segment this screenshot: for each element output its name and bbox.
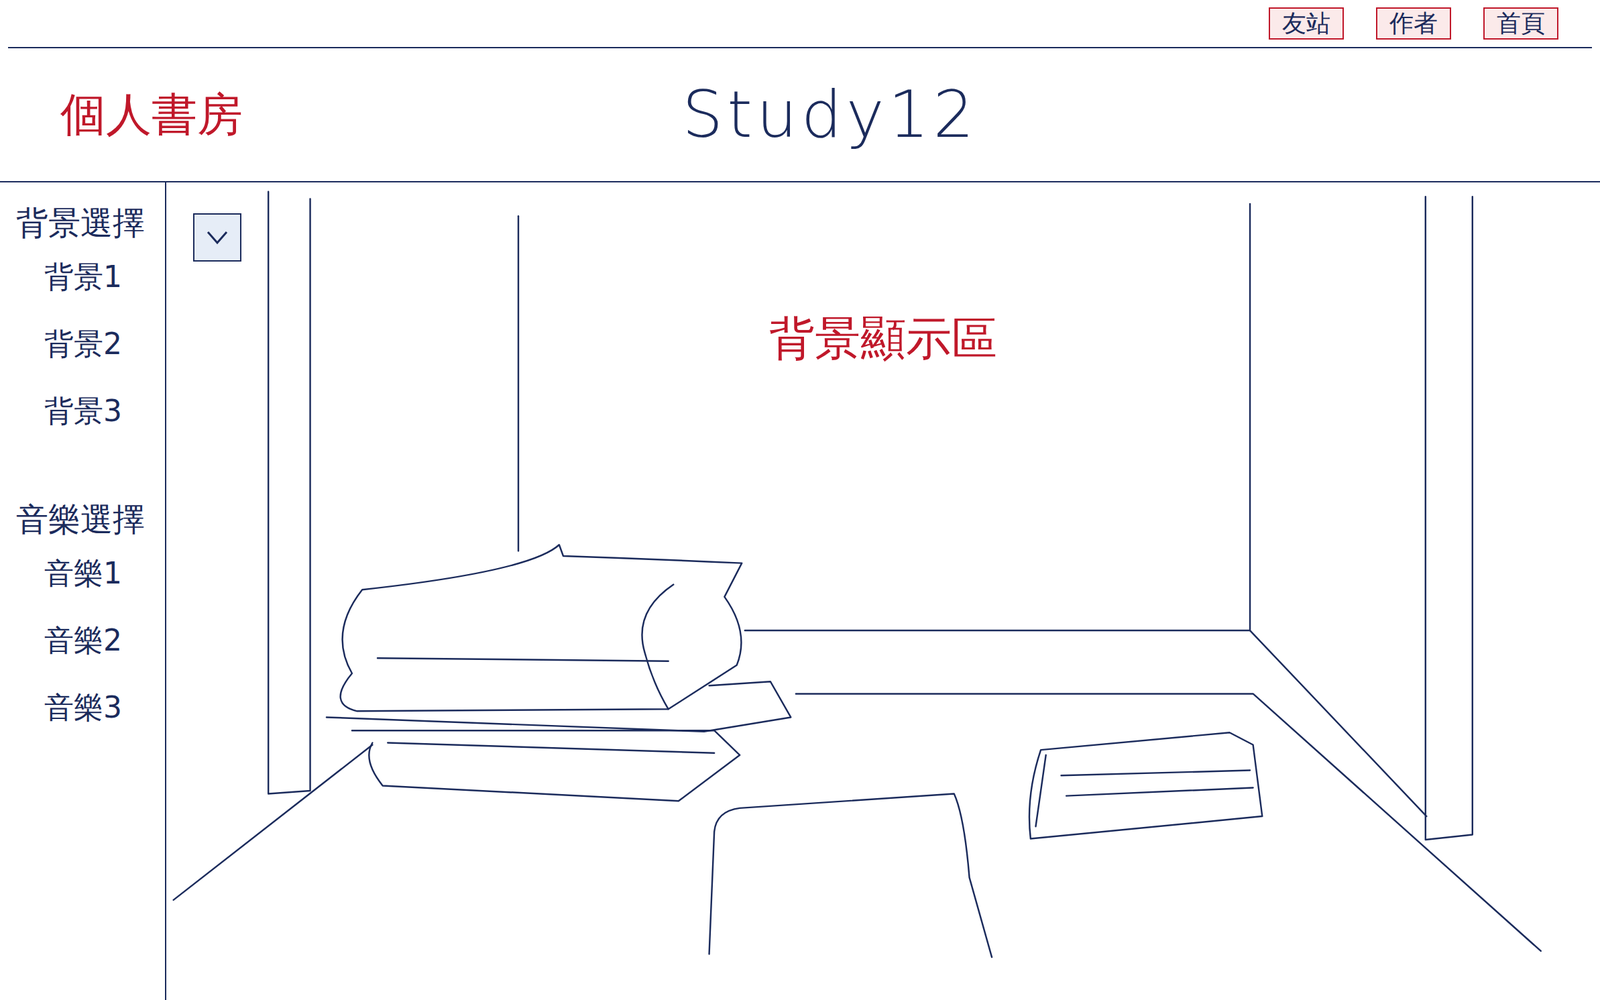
sidebar-item[interactable]: 背景3 <box>16 391 165 459</box>
sidebar-item[interactable]: 音樂3 <box>16 688 165 756</box>
sidebar-item[interactable]: 背景2 <box>16 324 165 392</box>
sidebar-item[interactable]: 背景1 <box>16 257 165 325</box>
nav-button[interactable]: 友站 <box>1268 7 1344 40</box>
chair <box>709 793 993 957</box>
top-nav: 友站作者首頁 <box>8 0 1592 49</box>
nav-button[interactable]: 作者 <box>1376 7 1452 40</box>
sidebar-item[interactable]: 音樂1 <box>16 553 165 621</box>
nav-button[interactable]: 首頁 <box>1483 7 1559 40</box>
dropdown-toggle[interactable] <box>193 213 242 262</box>
section-title: 音樂選擇 <box>16 498 165 554</box>
books <box>326 544 791 801</box>
section-title: 背景選擇 <box>16 202 165 258</box>
sidebar: 背景選擇背景1背景2背景3 音樂選擇音樂1音樂2音樂3 <box>0 182 167 1000</box>
display-label: 背景顯示區 <box>769 308 998 370</box>
display-area: 背景顯示區 <box>166 182 1600 1000</box>
chevron-icon <box>205 229 229 246</box>
header: 個人書房 Study12 <box>0 48 1600 183</box>
body: 背景選擇背景1背景2背景3 音樂選擇音樂1音樂2音樂3 背景顯示區 <box>0 182 1600 1000</box>
logo[interactable]: Study12 <box>681 77 978 153</box>
sidebar-section: 音樂選擇音樂1音樂2音樂3 <box>16 498 165 756</box>
desk <box>795 693 1541 951</box>
room-drawing <box>166 182 1600 1000</box>
sidebar-section: 背景選擇背景1背景2背景3 <box>16 202 165 459</box>
sidebar-item[interactable]: 音樂2 <box>16 620 165 689</box>
page: 友站作者首頁個人書房 Study12 背景選擇背景1背景2背景3 音樂選擇音樂1音樂2… <box>0 0 1600 1000</box>
site-title: 個人書房 <box>60 84 243 146</box>
left-wall <box>173 191 373 900</box>
back-corner <box>517 215 520 551</box>
pencil-case <box>1029 732 1263 839</box>
right-wall <box>745 196 1473 840</box>
